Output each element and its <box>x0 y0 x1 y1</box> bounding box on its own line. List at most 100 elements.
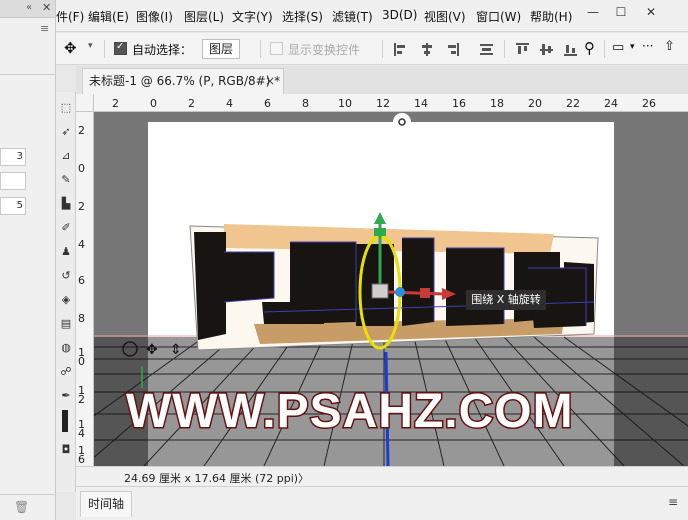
history-brush-icon[interactable]: ↺ <box>58 268 74 284</box>
watermark-logo-text: WWW.PSAHZ.COM <box>125 384 575 440</box>
foreground-color-icon[interactable] <box>62 410 68 432</box>
canvas-area[interactable]: ✥ ⇕ 围绕 X 轴旋转 WWW.PSAHZ.COM <box>94 112 688 466</box>
document-tab-title: 未标题-1 @ 66.7% (P, RGB/8#) * <box>89 74 281 88</box>
ruler-label: 26 <box>642 97 656 110</box>
distribute-icon[interactable] <box>480 43 493 56</box>
close-button[interactable]: ✕ <box>640 3 662 21</box>
ruler-label: 20 <box>528 97 542 110</box>
ruler-label: 4 <box>226 97 233 110</box>
document-tab[interactable]: 未标题-1 @ 66.7% (P, RGB/8#) * × <box>82 68 284 94</box>
ruler-label: 1 4 <box>78 418 85 440</box>
timeline-panel: 时间轴 ≡ <box>76 486 688 520</box>
gizmo-rotate-dot[interactable] <box>395 287 405 297</box>
pan-camera-icon[interactable]: ✥ <box>146 342 158 358</box>
document-dimensions[interactable]: 24.69 厘米 x 17.64 厘米 (72 ppi) <box>124 470 298 486</box>
crop-tool-icon[interactable]: ⊿ <box>58 148 74 164</box>
options-bar: ✥ ▾ 自动选择： 图层 显示变换控件 ⚲ ▭ ▾ ··· ⇧ <box>56 33 688 65</box>
eyedropper-tool-icon[interactable]: ✎ <box>58 172 74 188</box>
align-bottom-icon[interactable] <box>564 43 577 56</box>
gizmo-center-cube[interactable] <box>371 283 389 299</box>
ruler-corner <box>76 94 94 112</box>
lasso-tool-icon[interactable]: ➶ <box>58 124 74 140</box>
auto-select-target-select[interactable]: 图层 <box>202 39 241 59</box>
dolly-camera-icon[interactable]: ⇕ <box>170 342 182 358</box>
menu-filter[interactable]: 滤镜(T) <box>332 8 373 25</box>
gradient-tool-icon[interactable]: ▤ <box>58 316 74 332</box>
y-scale-handle[interactable] <box>374 228 386 236</box>
ruler-label: 2 <box>112 97 119 110</box>
auto-select-checkbox[interactable] <box>114 41 127 55</box>
ruler-label: 10 <box>338 97 352 110</box>
menu-file[interactable]: 件(F) <box>56 8 84 25</box>
close-tab-icon[interactable]: × <box>265 69 275 93</box>
menu-window[interactable]: 窗口(W) <box>476 8 521 25</box>
marquee-tool-icon[interactable]: ⬚ <box>58 100 74 116</box>
menu-image[interactable]: 图像(I) <box>136 8 173 25</box>
share-icon[interactable]: ⇧ <box>664 39 675 54</box>
menu-view[interactable]: 视图(V) <box>424 8 466 25</box>
panel-menu-icon[interactable]: ≡ <box>668 495 678 509</box>
align-right-icon[interactable] <box>446 43 459 56</box>
show-transform-checkbox[interactable] <box>270 42 283 55</box>
divider <box>382 40 383 58</box>
align-left-icon[interactable] <box>394 43 407 56</box>
ruler-label: 16 <box>452 97 466 110</box>
panel-field-2[interactable] <box>0 172 26 190</box>
pen-tool-icon[interactable]: ✒ <box>58 388 74 404</box>
ruler-label: 6 <box>78 274 85 287</box>
tools-panel: ⬚ ➶ ⊿ ✎ ▙ ✐ ♟ ↺ ◈ ▤ ◍ ☍ ✒ ◘ <box>56 92 76 492</box>
divider <box>104 40 105 58</box>
menu-help[interactable]: 帮助(H) <box>530 8 572 25</box>
x-scale-handle[interactable] <box>420 288 430 298</box>
panel-divider <box>0 74 56 75</box>
blur-tool-icon[interactable]: ◍ <box>58 340 74 356</box>
ruler-label: 24 <box>604 97 618 110</box>
menu-3d[interactable]: 3D(D) <box>382 8 417 22</box>
ruler-label: 12 <box>376 97 390 110</box>
divider <box>504 40 505 58</box>
workspace-chevron-icon[interactable]: ▾ <box>630 42 635 52</box>
tool-preset-chevron-icon[interactable]: ▾ <box>88 41 93 51</box>
ruler-label: 8 <box>78 312 85 325</box>
status-expand-icon[interactable]: 〉 <box>298 470 309 486</box>
timeline-tab[interactable]: 时间轴 <box>80 491 132 517</box>
heal-tool-icon[interactable]: ▙ <box>58 196 74 212</box>
search-icon[interactable]: ⚲ <box>584 39 595 57</box>
panel-field-3[interactable]: 5 <box>0 197 26 215</box>
quick-mask-icon[interactable]: ◘ <box>58 442 74 458</box>
workspace-icon[interactable]: ▭ <box>612 40 624 55</box>
y-axis-arrow-icon[interactable] <box>374 212 386 224</box>
eraser-tool-icon[interactable]: ◈ <box>58 292 74 308</box>
panel-field-1[interactable]: 3 <box>0 148 26 166</box>
ruler-label: 18 <box>490 97 504 110</box>
horizontal-ruler[interactable]: 2 0 2 4 6 8 10 12 14 16 18 20 22 24 26 <box>94 94 688 112</box>
trash-icon[interactable]: 🗑 <box>14 500 29 514</box>
menu-select[interactable]: 选择(S) <box>282 8 323 25</box>
close-panel-icon[interactable]: ✕ <box>42 1 51 14</box>
maximize-button[interactable]: ☐ <box>610 3 632 21</box>
menu-type[interactable]: 文字(Y) <box>232 8 273 25</box>
minimize-button[interactable]: — <box>582 3 604 21</box>
align-top-icon[interactable] <box>516 43 529 56</box>
ruler-label: 2 <box>78 124 85 137</box>
panel-menu-icon[interactable]: ≡ <box>40 22 52 35</box>
stamp-tool-icon[interactable]: ♟ <box>58 244 74 260</box>
menu-edit[interactable]: 编辑(E) <box>88 8 129 25</box>
photoshop-window: « ✕ ≡ 3 5 🗑 ⬚ ➶ ⊿ ✎ ▙ ✐ ♟ ↺ ◈ ▤ ◍ ☍ ✒ ◘ … <box>0 0 688 520</box>
divider <box>260 40 261 58</box>
dodge-tool-icon[interactable]: ☍ <box>58 364 74 380</box>
light-source-icon[interactable] <box>393 113 411 131</box>
more-options-icon[interactable]: ··· <box>642 39 653 53</box>
align-vcenter-icon[interactable] <box>540 43 553 56</box>
vertical-ruler[interactable]: 2 0 2 4 6 8 1 0 1 2 1 4 1 6 <box>76 94 94 466</box>
ruler-label: 6 <box>264 97 271 110</box>
ruler-label: 1 0 <box>78 346 85 368</box>
brush-tool-icon[interactable]: ✐ <box>58 220 74 236</box>
move-tool-icon[interactable]: ✥ <box>64 39 77 57</box>
menu-layer[interactable]: 图层(L) <box>184 8 224 25</box>
ruler-label: 0 <box>150 97 157 110</box>
align-hcenter-icon[interactable] <box>420 43 433 56</box>
ruler-label: 2 <box>78 200 85 213</box>
ruler-label: 4 <box>78 238 85 251</box>
collapse-panel-icon[interactable]: « <box>26 2 32 13</box>
